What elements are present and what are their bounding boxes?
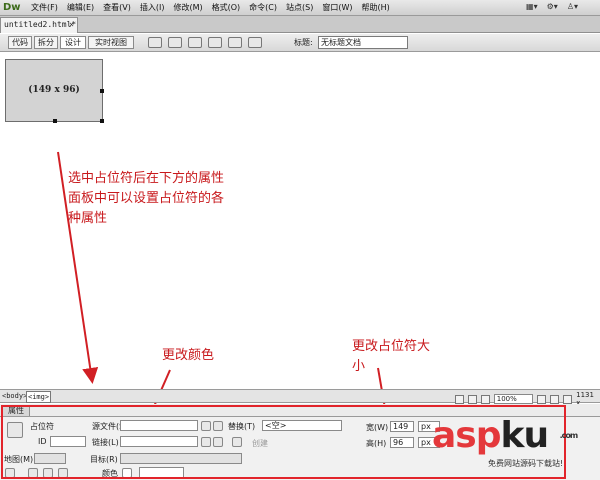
- split-view-button[interactable]: 拆分: [34, 36, 58, 49]
- menu-site[interactable]: 站点(S): [286, 2, 313, 13]
- watermark-accent: ku: [500, 415, 550, 456]
- resize-handle-corner[interactable]: [100, 119, 104, 123]
- document-tab-filename: untitled2.html*: [4, 20, 77, 29]
- zoom-tool-icon[interactable]: [480, 394, 490, 404]
- document-tab-bar: untitled2.html* ×: [0, 16, 600, 33]
- select-tool-icon[interactable]: [455, 394, 464, 404]
- watermark-tld: .com: [559, 431, 579, 440]
- watermark-logo: aspku .com: [432, 415, 579, 456]
- tag-img[interactable]: <img>: [26, 391, 52, 403]
- preview-browser-icon[interactable]: [208, 37, 222, 48]
- close-icon[interactable]: ×: [69, 18, 74, 32]
- menu-format[interactable]: 格式(O): [212, 2, 241, 13]
- layout-icon[interactable]: ▦▾: [526, 2, 538, 11]
- hand-tool-icon[interactable]: [467, 394, 477, 404]
- annotation-change-color: 更改颜色: [162, 348, 215, 363]
- title-input[interactable]: 无标题文档: [318, 36, 408, 49]
- multiscreen-icon[interactable]: [188, 37, 202, 48]
- menu-view[interactable]: 查看(V): [103, 2, 131, 13]
- user-icon[interactable]: ♙▾: [567, 2, 578, 11]
- resize-handle-right[interactable]: [100, 89, 104, 93]
- desktop-size-icon[interactable]: [563, 394, 573, 404]
- resize-handle-bottom[interactable]: [53, 119, 57, 123]
- image-placeholder[interactable]: (149 x 96): [5, 59, 104, 123]
- file-management-icon[interactable]: [228, 37, 242, 48]
- annotation-line: 选中占位符后在下方的属性: [68, 171, 225, 186]
- annotation-select-placeholder: 选中占位符后在下方的属性 面板中可以设置占位符的各 种属性: [68, 169, 224, 229]
- tag-selector-bar: <body> <img> 100% 1131 x: [0, 389, 600, 407]
- annotation-line: 小: [352, 359, 366, 374]
- tablet-size-icon[interactable]: [550, 394, 560, 404]
- watermark-main: asp: [432, 415, 501, 456]
- menu-commands[interactable]: 命令(C): [249, 2, 277, 13]
- annotation-change-size: 更改占位符大 小: [352, 337, 430, 377]
- dreamweaver-logo: Dw: [3, 1, 21, 13]
- annotation-line: 种属性: [68, 211, 108, 226]
- menu-modify[interactable]: 修改(M): [173, 2, 202, 13]
- menu-help[interactable]: 帮助(H): [361, 2, 389, 13]
- menu-edit[interactable]: 编辑(E): [67, 2, 94, 13]
- menu-insert[interactable]: 插入(I): [140, 2, 165, 13]
- menu-window[interactable]: 窗口(W): [322, 2, 352, 13]
- placeholder-size-label: (149 x 96): [28, 85, 80, 95]
- tag-body[interactable]: <body>: [2, 391, 27, 401]
- document-toolbar: 代码 拆分 设计 实时视图 标题: 无标题文档: [0, 34, 600, 52]
- live-code-icon[interactable]: [148, 37, 162, 48]
- phone-size-icon[interactable]: [537, 394, 547, 404]
- menu-bar: Dw 文件(F) 编辑(E) 查看(V) 插入(I) 修改(M) 格式(O) 命…: [0, 0, 600, 16]
- document-tab[interactable]: untitled2.html* ×: [0, 17, 78, 33]
- menu-file[interactable]: 文件(F): [31, 2, 58, 13]
- refresh-icon[interactable]: [248, 37, 262, 48]
- title-label: 标题:: [294, 38, 313, 47]
- inspect-icon[interactable]: [168, 37, 182, 48]
- annotation-line: 面板中可以设置占位符的各: [68, 191, 225, 206]
- live-view-button[interactable]: 实时视图: [88, 36, 134, 49]
- annotation-line: 更改占位符大: [352, 339, 431, 354]
- code-view-button[interactable]: 代码: [8, 36, 32, 49]
- watermark-subtitle: 免费网站源码下载站!: [488, 459, 564, 468]
- gear-icon[interactable]: ⚙▾: [547, 2, 558, 11]
- design-view-button[interactable]: 设计: [60, 36, 86, 49]
- zoom-select[interactable]: 100%: [493, 394, 534, 404]
